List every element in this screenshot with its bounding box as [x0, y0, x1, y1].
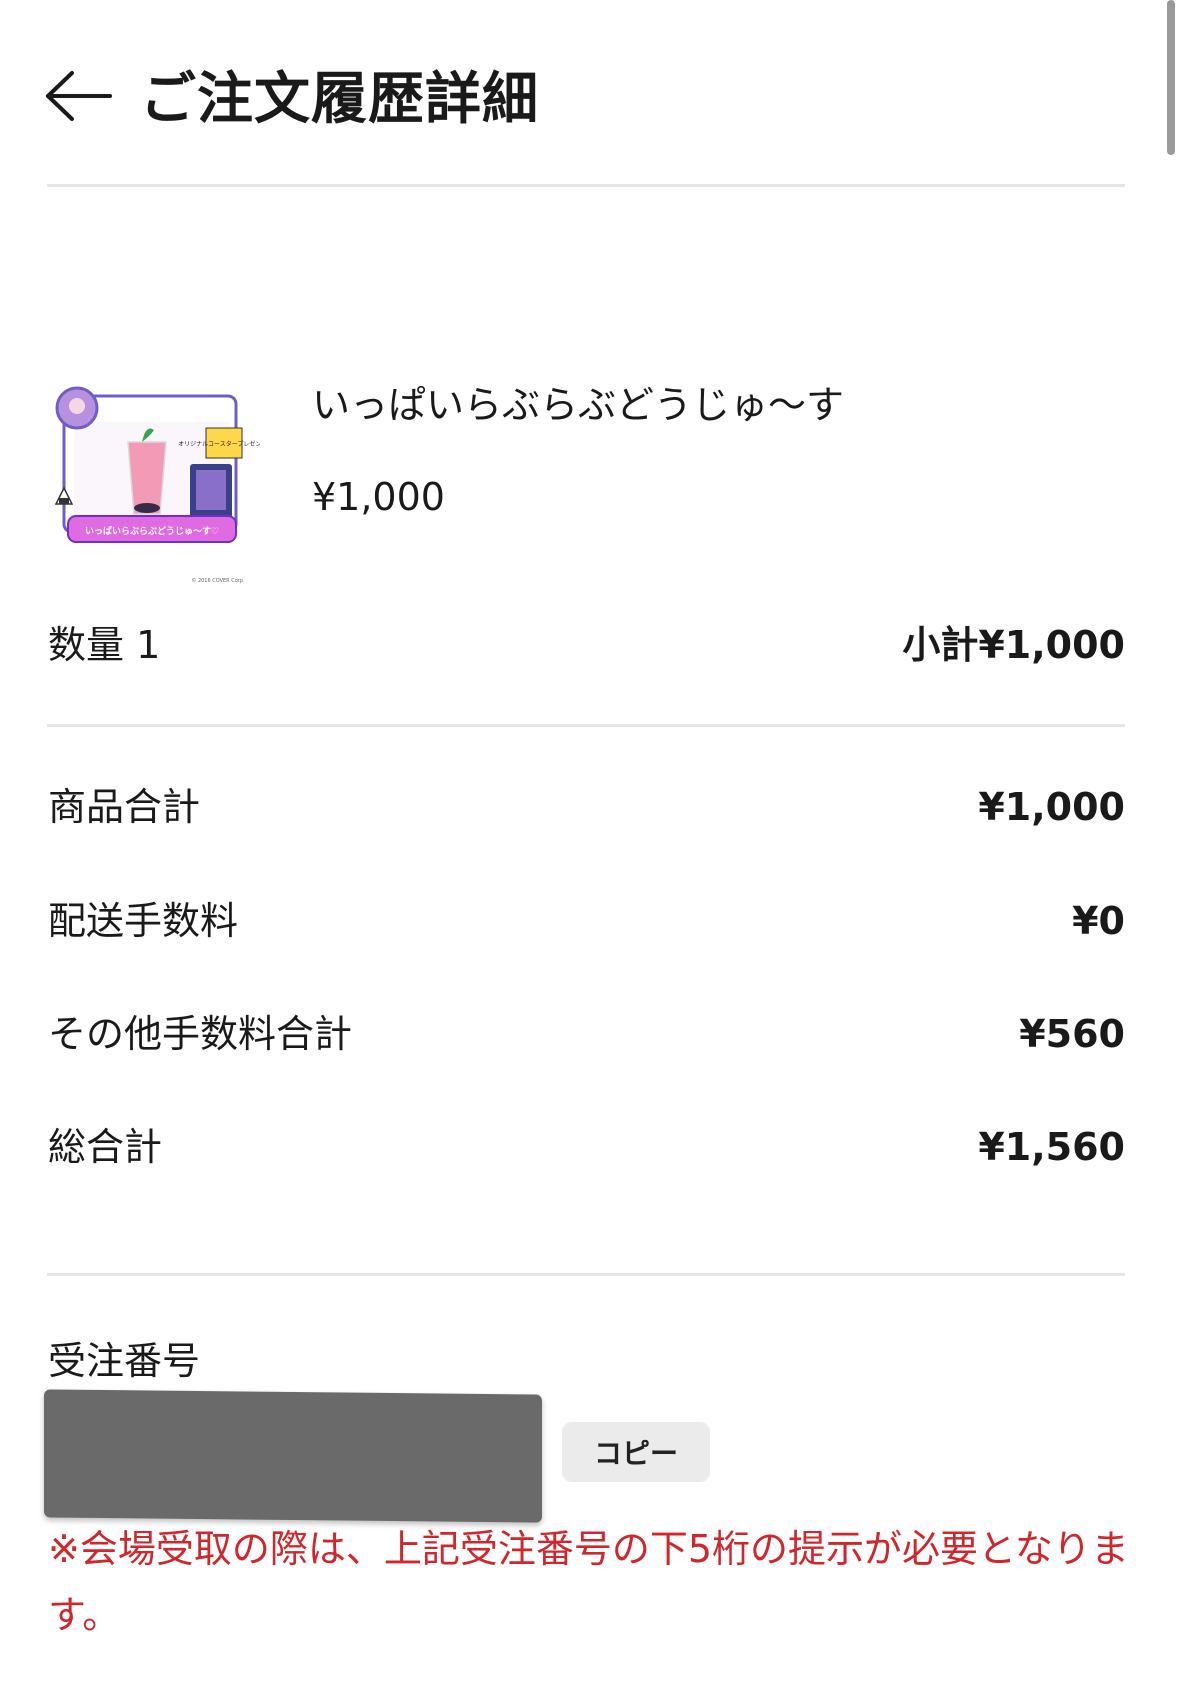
summary-value-other-fees: ¥560	[1019, 1012, 1125, 1056]
copy-button[interactable]: コピー	[562, 1422, 710, 1482]
scrollbar[interactable]	[1167, 0, 1175, 155]
summary-label-items-total: 商品合計	[48, 785, 201, 829]
page-title: ご注文履歴詳細	[140, 67, 539, 132]
divider	[47, 724, 1125, 727]
back-arrow-icon[interactable]	[44, 68, 116, 124]
header: ご注文履歴詳細	[0, 0, 1179, 186]
image-copyright: © 2016 COVER Corp.	[191, 577, 245, 584]
summary-label-shipping-fee: 配送手数料	[48, 899, 239, 943]
product-image[interactable]: オリジナルコースタープレゼント! いっぱいらぶらぶどうじゅ〜す♡ © 2016 …	[50, 384, 270, 594]
summary-value-items-total: ¥1,000	[978, 785, 1125, 829]
product-name[interactable]: いっぱいらぶらぶどうじゅ〜す	[312, 380, 844, 430]
summary-value-grand-total: ¥1,560	[978, 1125, 1125, 1169]
order-number-redacted	[44, 1389, 542, 1523]
summary-label-grand-total: 総合計	[48, 1125, 163, 1169]
image-badge-text: オリジナルコースタープレゼント!	[178, 440, 260, 448]
summary-label-other-fees: その他手数料合計	[48, 1012, 353, 1056]
divider	[47, 184, 1125, 187]
summary-value-shipping-fee: ¥0	[1072, 899, 1125, 943]
pickup-notice: ※会場受取の際は、上記受注番号の下5桁の提示が必要となります。	[48, 1527, 1129, 1637]
product-price: ¥1,000	[312, 475, 445, 519]
subtotal-value: 小計¥1,000	[902, 623, 1125, 667]
quantity-label: 数量 1	[48, 623, 161, 667]
divider	[47, 1273, 1125, 1276]
order-number-label: 受注番号	[48, 1339, 201, 1383]
image-title-text: いっぱいらぶらぶどうじゅ〜す♡	[85, 525, 219, 537]
